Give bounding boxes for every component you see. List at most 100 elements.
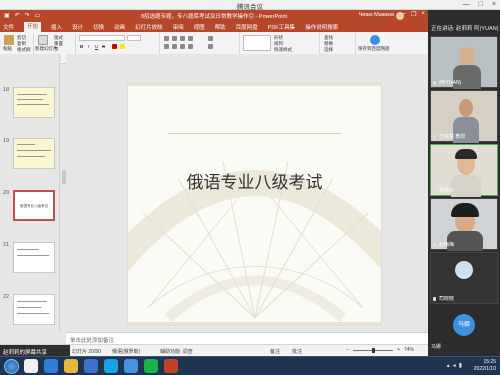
thumb-number: 21: [3, 242, 10, 248]
language-status[interactable]: 俄语(俄罗斯): [112, 348, 140, 355]
thumb-text-line: [17, 249, 39, 250]
baidu-cloud-icon[interactable]: [370, 35, 380, 45]
tencent-meeting-icon[interactable]: [124, 359, 138, 373]
font-size-select[interactable]: [127, 35, 141, 41]
volume-icon[interactable]: ◂: [453, 362, 456, 369]
thumb-text-line: [17, 99, 43, 100]
notes-pane[interactable]: 单击此处添加备注: [66, 332, 428, 344]
tab-view[interactable]: 视图: [194, 23, 205, 31]
tab-pdf[interactable]: PDF工具集: [268, 23, 296, 31]
tab-design[interactable]: 设计: [72, 23, 83, 31]
align-left-icon[interactable]: [164, 44, 169, 49]
italic-button[interactable]: I: [88, 44, 89, 49]
comments-button[interactable]: 批注: [292, 348, 302, 355]
tab-insert[interactable]: 插入: [51, 23, 62, 31]
mic-icon: [433, 297, 436, 301]
notes-button[interactable]: 备注: [270, 348, 280, 355]
participants-panel: 正在讲话: 赵莉莉 阿(YUAN) 阿(YUAN) 王晓慧 教授 张思Ai 赵梅…: [428, 10, 500, 356]
tab-animations[interactable]: 动画: [114, 23, 125, 31]
align-right-icon[interactable]: [180, 44, 185, 49]
indent-increase-icon[interactable]: [188, 36, 193, 41]
slide-title[interactable]: 俄语专业八级考试: [128, 168, 381, 193]
tab-file[interactable]: 文件: [3, 23, 14, 31]
ppt-minimize-icon[interactable]: —: [400, 11, 406, 18]
wechat-icon[interactable]: [144, 359, 158, 373]
zoom-slider[interactable]: [353, 347, 394, 353]
zoom-in-icon[interactable]: +: [397, 347, 400, 353]
strike-button[interactable]: S: [102, 44, 105, 49]
zoom-level[interactable]: 74%: [404, 347, 414, 353]
tab-home[interactable]: 开始: [24, 22, 42, 32]
bold-button[interactable]: B: [80, 44, 83, 49]
video-tile-active-speaker[interactable]: 张思Ai: [430, 144, 498, 197]
powerpoint-taskbar-icon[interactable]: [164, 359, 178, 373]
thumb-number: 20: [3, 190, 10, 196]
smartart-icon[interactable]: [208, 44, 213, 49]
highlight-icon[interactable]: [120, 44, 125, 49]
justify-icon[interactable]: [188, 44, 193, 49]
folder-icon[interactable]: [64, 359, 78, 373]
minimize-button[interactable]: —: [463, 1, 470, 8]
participant-name: 王晓慧 教授: [439, 134, 466, 140]
tab-help[interactable]: 帮助: [215, 23, 226, 31]
qq-icon[interactable]: [104, 359, 118, 373]
ie-icon[interactable]: [44, 359, 58, 373]
underline-button[interactable]: U: [95, 44, 98, 49]
start-button[interactable]: [4, 359, 19, 374]
paste-button[interactable]: 粘贴: [3, 46, 12, 52]
maximize-button[interactable]: □: [479, 1, 483, 8]
close-button[interactable]: ×: [492, 1, 496, 8]
user-name[interactable]: Чиаю Мажков: [359, 12, 394, 18]
tab-review[interactable]: 审阅: [173, 23, 184, 31]
current-slide[interactable]: 俄语专业八级考试: [127, 82, 382, 326]
tab-slideshow[interactable]: 幻灯片放映: [135, 23, 163, 31]
select-button[interactable]: 选择: [324, 47, 333, 53]
save-baidu-button[interactable]: 保存到百度网盘: [358, 46, 390, 52]
zoom-control[interactable]: − + 74%: [346, 347, 414, 353]
fan-background-image: [128, 160, 381, 322]
slide-thumbnail-21[interactable]: [13, 242, 55, 273]
format-painter-button[interactable]: 格式刷: [17, 47, 31, 53]
participant-name: 马娜: [431, 344, 442, 350]
slide-thumbnail-18[interactable]: [13, 87, 55, 118]
video-tile[interactable]: 王晓慧 教授: [430, 90, 498, 143]
new-slide-icon[interactable]: [38, 35, 48, 45]
zoom-out-icon[interactable]: −: [346, 347, 349, 353]
shapes-gallery-icon[interactable]: [243, 35, 271, 51]
participant-avatar-mahu[interactable]: 马娜: [453, 314, 475, 336]
network-icon[interactable]: ▴: [447, 362, 450, 369]
ppt-close-icon[interactable]: ×: [421, 11, 425, 18]
zoom-slider-knob[interactable]: [372, 347, 376, 353]
slide-thumbnail-19[interactable]: [13, 138, 55, 169]
numbering-icon[interactable]: [172, 36, 177, 41]
video-tile[interactable]: 司晓晓: [430, 252, 498, 304]
battery-icon[interactable]: ▮: [459, 362, 462, 369]
font-name-select[interactable]: [79, 35, 125, 41]
indent-decrease-icon[interactable]: [180, 36, 185, 41]
clock[interactable]: 15:25 2022/1/10: [474, 359, 496, 373]
tell-me-search[interactable]: 操作说明搜索: [305, 23, 338, 31]
participant-face: [459, 99, 473, 117]
slide-thumbnail-20-selected[interactable]: 俄语专业八级考试: [13, 190, 55, 221]
video-tile[interactable]: 赵梅梅: [430, 198, 498, 251]
section-button[interactable]: 节: [54, 47, 59, 53]
video-tile[interactable]: 阿(YUAN): [430, 36, 498, 89]
thumbnail-pane[interactable]: 18 19 20 俄语专业八级考试 21 22: [0, 54, 60, 332]
accessibility-status[interactable]: 辅助功能: 调查: [160, 348, 193, 355]
slide-counter: 幻灯片 20/50: [72, 349, 101, 355]
tab-baidu[interactable]: 百度网盘: [236, 23, 258, 31]
participant-avatar: [455, 261, 473, 279]
quick-styles-button[interactable]: 快速样式: [274, 47, 292, 53]
slide-thumbnail-22[interactable]: [13, 294, 55, 325]
participant-hair: [455, 149, 477, 159]
font-color-icon[interactable]: [112, 44, 117, 49]
tab-transitions[interactable]: 切换: [93, 23, 104, 31]
ppt-restore-icon[interactable]: ❐: [411, 11, 416, 18]
paste-icon[interactable]: [4, 35, 14, 45]
align-center-icon[interactable]: [172, 44, 177, 49]
media-icon[interactable]: [84, 359, 98, 373]
thumb-text-line: [17, 307, 41, 308]
bullets-icon[interactable]: [164, 36, 169, 41]
text-direction-icon[interactable]: [208, 36, 213, 41]
explorer-icon[interactable]: [24, 359, 38, 373]
